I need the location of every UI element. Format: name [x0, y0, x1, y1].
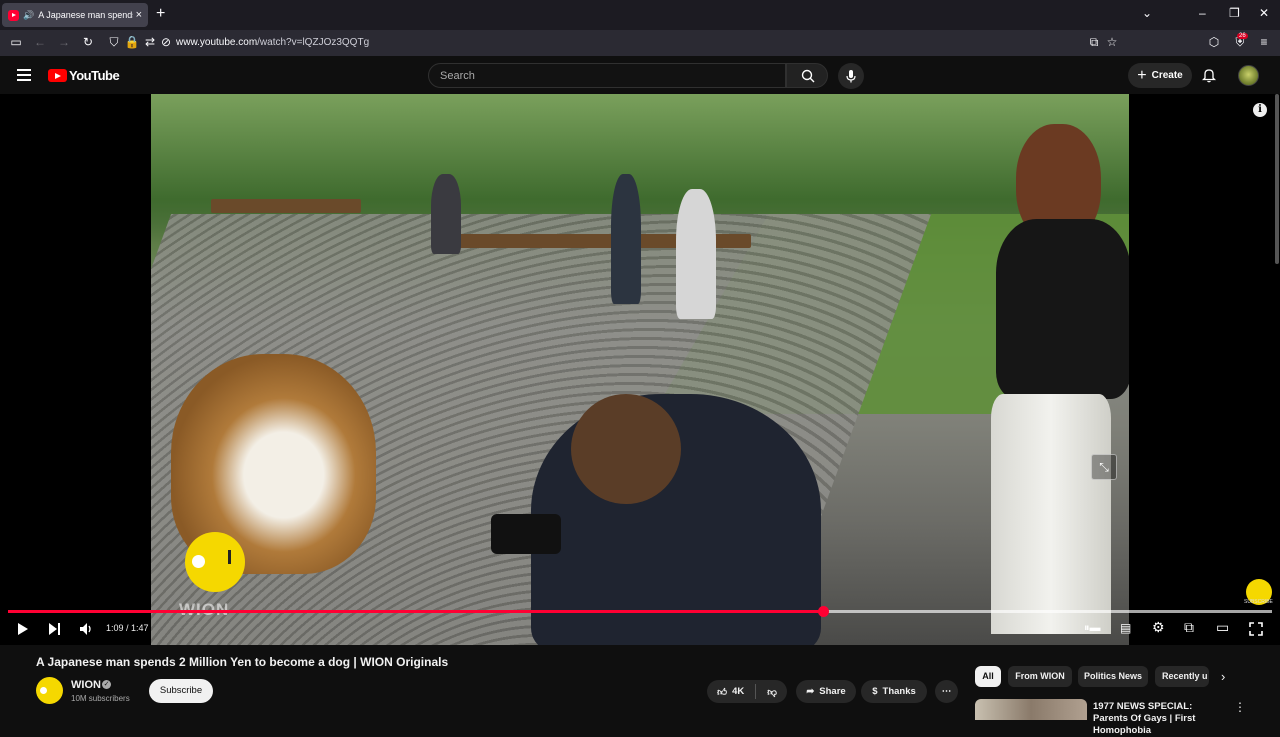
extension-badge: 26: [1237, 33, 1248, 39]
miniplayer-overlay-icon[interactable]: ⤡: [1091, 454, 1117, 480]
extensions-icon[interactable]: ⬡: [1206, 35, 1222, 49]
speaker-icon[interactable]: 🔊: [23, 10, 34, 21]
video-scene-cameraman-head: [571, 394, 681, 504]
info-icon[interactable]: i: [1253, 103, 1267, 117]
browser-tab-bar: 🔊 A Japanese man spends 2 M × + ⌄ – ❐ ✕: [0, 0, 1280, 30]
back-button[interactable]: ←: [32, 35, 48, 49]
autoplay-toggle[interactable]: ⏸▬: [1084, 622, 1101, 635]
picture-in-picture-icon[interactable]: ⧉: [1086, 35, 1102, 50]
youtube-logo[interactable]: YouTube: [48, 68, 120, 83]
play-icon[interactable]: [17, 622, 29, 636]
new-tab-button[interactable]: +: [156, 5, 165, 23]
video-scene-bench: [211, 199, 361, 213]
subtitles-icon[interactable]: ▤: [1120, 621, 1131, 635]
maximize-button[interactable]: ❐: [1229, 6, 1240, 20]
like-divider: [755, 684, 757, 699]
search-icon: [801, 69, 815, 83]
share-arrow-icon: ➦: [806, 686, 815, 697]
recommendation-thumbnail[interactable]: [975, 699, 1087, 720]
youtube-masthead: YouTube Search + Create: [0, 56, 1280, 94]
guide-menu-icon[interactable]: [17, 69, 31, 81]
search-button[interactable]: [786, 63, 828, 88]
sidebar-toggle-icon[interactable]: ▭: [8, 35, 24, 49]
recommendation-more-icon[interactable]: ⋮: [1234, 700, 1246, 714]
youtube-favicon-icon: [8, 9, 19, 21]
tab-title: A Japanese man spends 2 M: [38, 10, 133, 20]
progress-bar[interactable]: [8, 606, 1272, 617]
share-button[interactable]: ➦ Share: [796, 680, 856, 703]
shield-icon[interactable]: ⛉: [106, 35, 122, 50]
chip-recently-uploaded[interactable]: Recently u: [1155, 666, 1209, 687]
browser-tab[interactable]: 🔊 A Japanese man spends 2 M ×: [2, 3, 148, 27]
video-scene-person: [611, 174, 641, 304]
search-input[interactable]: Search: [428, 63, 786, 88]
more-horizontal-icon: ⋯: [941, 686, 952, 697]
close-tab-icon[interactable]: ×: [136, 9, 142, 21]
channel-watermark-label: SUBSCRIBE: [1244, 599, 1273, 605]
channel-avatar[interactable]: [36, 677, 63, 704]
like-button[interactable]: 👍︎ 4K: [717, 686, 744, 698]
microphone-icon: [846, 70, 856, 83]
time-display: 1:09 / 1:47: [106, 623, 149, 633]
forward-button[interactable]: →: [56, 35, 72, 49]
video-title: A Japanese man spends 2 Million Yen to b…: [36, 655, 449, 669]
close-window-button[interactable]: ✕: [1259, 6, 1269, 20]
thumbs-up-icon: 👍︎: [717, 686, 728, 698]
menu-icon[interactable]: ≡: [1256, 35, 1272, 49]
dislike-button[interactable]: 👎︎: [767, 686, 777, 698]
theater-mode-icon[interactable]: ▭: [1216, 619, 1229, 636]
video-scene-woman: [971, 124, 1129, 645]
like-dislike-group: 👍︎ 4K 👎︎: [707, 680, 787, 703]
chip-all[interactable]: All: [975, 666, 1001, 687]
thumbs-down-icon: 👎︎: [767, 686, 777, 698]
video-scene-camera: [491, 514, 561, 554]
miniplayer-icon[interactable]: ⧉: [1184, 619, 1194, 636]
wion-logo-icon: [185, 532, 245, 592]
url-bar[interactable]: www.youtube.com/watch?v=lQZJOz3QQTg: [176, 37, 369, 48]
more-actions-button[interactable]: ⋯: [935, 680, 958, 703]
bookmark-star-icon[interactable]: ☆: [1104, 35, 1120, 49]
next-video-icon[interactable]: [48, 622, 61, 636]
fullscreen-icon[interactable]: [1249, 622, 1263, 636]
minimize-button[interactable]: –: [1199, 6, 1206, 20]
subscribe-button[interactable]: Subscribe: [149, 679, 213, 703]
chip-from-wion[interactable]: From WION: [1008, 666, 1072, 687]
youtube-play-logo-icon: [48, 69, 67, 82]
notifications-bell-icon[interactable]: [1202, 67, 1216, 83]
channel-name[interactable]: WION: [71, 679, 101, 691]
page-scrollbar[interactable]: [1275, 94, 1279, 264]
subscriber-count: 10M subscribers: [71, 694, 130, 703]
super-thanks-icon: $: [872, 686, 878, 697]
recommendation-title[interactable]: 1977 NEWS SPECIAL: Parents Of Gays | Fir…: [1093, 701, 1223, 737]
video-frame[interactable]: WION ⤡: [151, 94, 1129, 645]
video-scene-person: [431, 174, 461, 254]
plus-icon: +: [1137, 66, 1147, 84]
tab-list-icon[interactable]: ⌄: [1142, 6, 1152, 20]
video-player[interactable]: WION ⤡ i SUBSCRIBE 1:09 / 1:47 ⏸▬ ▤ ⚙ ⧉ …: [0, 94, 1280, 645]
settings-gear-icon[interactable]: ⚙: [1152, 619, 1165, 636]
lock-icon[interactable]: 🔒: [124, 35, 140, 49]
verified-check-icon: ✓: [102, 680, 111, 689]
reload-button[interactable]: ↻: [80, 35, 96, 49]
chip-politics-news[interactable]: Politics News: [1078, 666, 1148, 687]
create-button[interactable]: + Create: [1128, 63, 1192, 88]
permissions-icon[interactable]: ⇄: [142, 35, 158, 49]
video-scene-person: [676, 189, 716, 319]
chevron-right-icon[interactable]: ›: [1221, 669, 1225, 684]
account-avatar[interactable]: [1238, 65, 1259, 86]
thanks-button[interactable]: $ Thanks: [861, 680, 927, 703]
tracking-off-icon[interactable]: ⊘: [158, 35, 174, 49]
voice-search-button[interactable]: [838, 63, 864, 89]
volume-icon[interactable]: [79, 622, 94, 636]
browser-nav-bar: ▭ ← → ↻ ⛉ 🔒 ⇄ ⊘ www.youtube.com/watch?v=…: [0, 30, 1280, 56]
played-bar: [8, 610, 824, 613]
